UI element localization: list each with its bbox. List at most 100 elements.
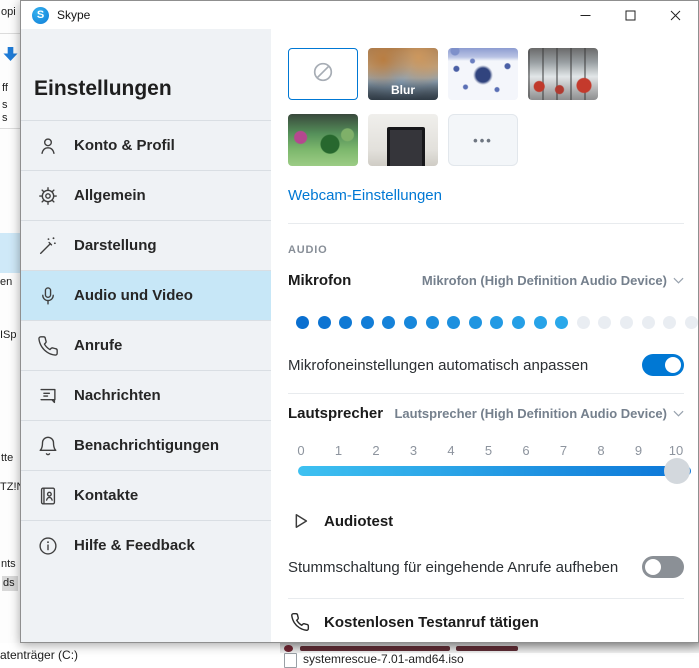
sidebar-item-benachrichtigungen[interactable]: Benachrichtigungen: [21, 420, 271, 470]
sidebar-item-anrufe[interactable]: Anrufe: [21, 320, 271, 370]
mic-level-dot: [598, 316, 612, 329]
background-text-fragment: TZ!N: [0, 481, 20, 493]
bell-icon: [37, 435, 59, 457]
background-file-row: systemrescue-7.01-amd64.iso: [284, 652, 464, 668]
microphone-label: Mikrofon: [288, 272, 352, 289]
sidebar-item-label: Anrufe: [74, 337, 123, 354]
phone-icon: [37, 335, 59, 357]
audio-test-label: Audiotest: [324, 512, 394, 530]
settings-menu: Konto & Profil Allgemein Darstellung Audio …: [21, 120, 271, 570]
auto-adjust-toggle[interactable]: [642, 354, 684, 376]
toggle-knob: [665, 357, 681, 373]
mic-level-dot: [382, 316, 396, 329]
background-thumb-more[interactable]: •••: [448, 114, 518, 166]
volume-scale-tick: 6: [522, 443, 530, 458]
mic-level-dot: [468, 316, 482, 329]
mic-level-dot: [296, 316, 309, 329]
skype-settings-window: S Skype Einstellungen Konto & Profil Allg…: [20, 0, 699, 643]
mic-level-dot: [490, 316, 504, 329]
background-thumbnails: Blur •••: [288, 48, 608, 166]
microphone-device-dropdown[interactable]: Mikrofon (High Definition Audio Device): [422, 273, 684, 288]
sidebar-item-kontakte[interactable]: Kontakte: [21, 470, 271, 520]
volume-scale: 0 1 2 3 4 5 6 7 8 9 10: [291, 443, 686, 458]
audio-section-label: AUDIO: [288, 244, 328, 256]
mic-level-dot: [317, 316, 331, 329]
background-divider: [0, 128, 20, 129]
background-thumb-porcelain[interactable]: [448, 48, 518, 100]
volume-scale-tick: 0: [297, 443, 305, 458]
clipped-file-row: [284, 644, 584, 652]
sidebar-item-audio-und-video[interactable]: Audio und Video: [21, 270, 271, 320]
microphone-device-value: Mikrofon (High Definition Audio Device): [421, 273, 667, 288]
speaker-device-dropdown[interactable]: Lautsprecher (High Definition Audio Devi…: [394, 406, 684, 421]
mic-level-dot: [684, 316, 698, 329]
sidebar-item-label: Allgemein: [74, 187, 146, 204]
sidebar-item-hilfe-feedback[interactable]: Hilfe & Feedback: [21, 520, 271, 570]
sidebar-item-konto-profil[interactable]: Konto & Profil: [21, 120, 271, 170]
volume-scale-tick: 2: [372, 443, 380, 458]
volume-scale-tick: 8: [597, 443, 605, 458]
volume-scale-tick: 4: [447, 443, 455, 458]
window-title: Skype: [57, 8, 91, 22]
sidebar-item-label: Kontakte: [74, 487, 139, 504]
sidebar-item-nachrichten[interactable]: Nachrichten: [21, 370, 271, 420]
toggle-knob: [645, 559, 661, 575]
titlebar: S Skype: [21, 1, 698, 29]
background-thumb-blur[interactable]: Blur: [368, 48, 438, 100]
sidebar-item-allgemein[interactable]: Allgemein: [21, 170, 271, 220]
mic-level-indicator: [296, 316, 698, 329]
mic-level-dot: [555, 316, 569, 329]
sidebar-item-label: Hilfe & Feedback: [74, 537, 195, 554]
background-thumb-playroom[interactable]: [288, 114, 358, 166]
background-thumb-none[interactable]: [288, 48, 358, 100]
phone-icon: [291, 612, 310, 631]
unmute-incoming-toggle[interactable]: [642, 556, 684, 578]
microphone-icon: [37, 285, 59, 307]
free-test-call-button[interactable]: Kostenlosen Testanruf tätigen: [290, 612, 539, 632]
background-text-fragment: ds: [2, 576, 18, 591]
volume-scale-tick: 9: [634, 443, 643, 458]
volume-scale-tick: 1: [334, 443, 343, 458]
volume-scale-tick: 7: [559, 443, 568, 458]
audio-test-button[interactable]: Audiotest: [289, 510, 393, 532]
blocked-icon: [311, 60, 335, 89]
sidebar-item-darstellung[interactable]: Darstellung: [21, 220, 271, 270]
background-text-fragment: opi: [1, 6, 16, 18]
sidebar-item-label: Audio und Video: [74, 287, 193, 304]
background-text-fragment: s: [2, 112, 8, 124]
background-selection: [0, 233, 20, 273]
volume-scale-tick: 5: [484, 443, 493, 458]
person-icon: [37, 135, 59, 157]
mic-level-dot: [403, 316, 417, 329]
mic-level-dot: [576, 316, 590, 329]
background-text-fragment: ISp: [0, 329, 17, 341]
volume-slider-track[interactable]: [298, 466, 691, 476]
section-divider: [288, 598, 684, 599]
chevron-down-icon: [673, 410, 684, 417]
background-window-strip: opi ff ss en ISp tte TZ!N nts ds: [0, 0, 21, 643]
volume-scale-tick: 10: [668, 443, 684, 458]
download-arrow-icon: [3, 46, 18, 67]
mic-level-dot: [339, 316, 353, 329]
minimize-button[interactable]: [563, 1, 608, 29]
webcam-settings-link[interactable]: Webcam-Einstellungen: [288, 187, 442, 204]
sidebar-item-label: Nachrichten: [74, 387, 161, 404]
background-text-fragment: nts: [1, 558, 16, 570]
sidebar-item-label: Darstellung: [74, 237, 157, 254]
thumb-label: Blur: [391, 83, 415, 97]
free-test-call-label: Kostenlosen Testanruf tätigen: [324, 613, 539, 631]
settings-heading: Einstellungen: [34, 77, 172, 100]
background-text-fragment: s: [2, 99, 8, 111]
mic-level-dot: [360, 316, 374, 329]
background-divider: [0, 33, 20, 34]
close-button[interactable]: [653, 1, 698, 29]
mic-level-dot: [425, 316, 439, 329]
maximize-button[interactable]: [608, 1, 653, 29]
volume-slider-thumb[interactable]: [664, 458, 690, 484]
background-text-fragment: en: [0, 276, 13, 288]
sidebar-item-label: Konto & Profil: [74, 137, 175, 154]
background-thumb-mirror[interactable]: [368, 114, 438, 166]
speaker-device-value: Lautsprecher (High Definition Audio Devi…: [394, 406, 667, 421]
background-thumb-office[interactable]: [528, 48, 598, 100]
background-text-fragment: tte: [1, 452, 14, 464]
